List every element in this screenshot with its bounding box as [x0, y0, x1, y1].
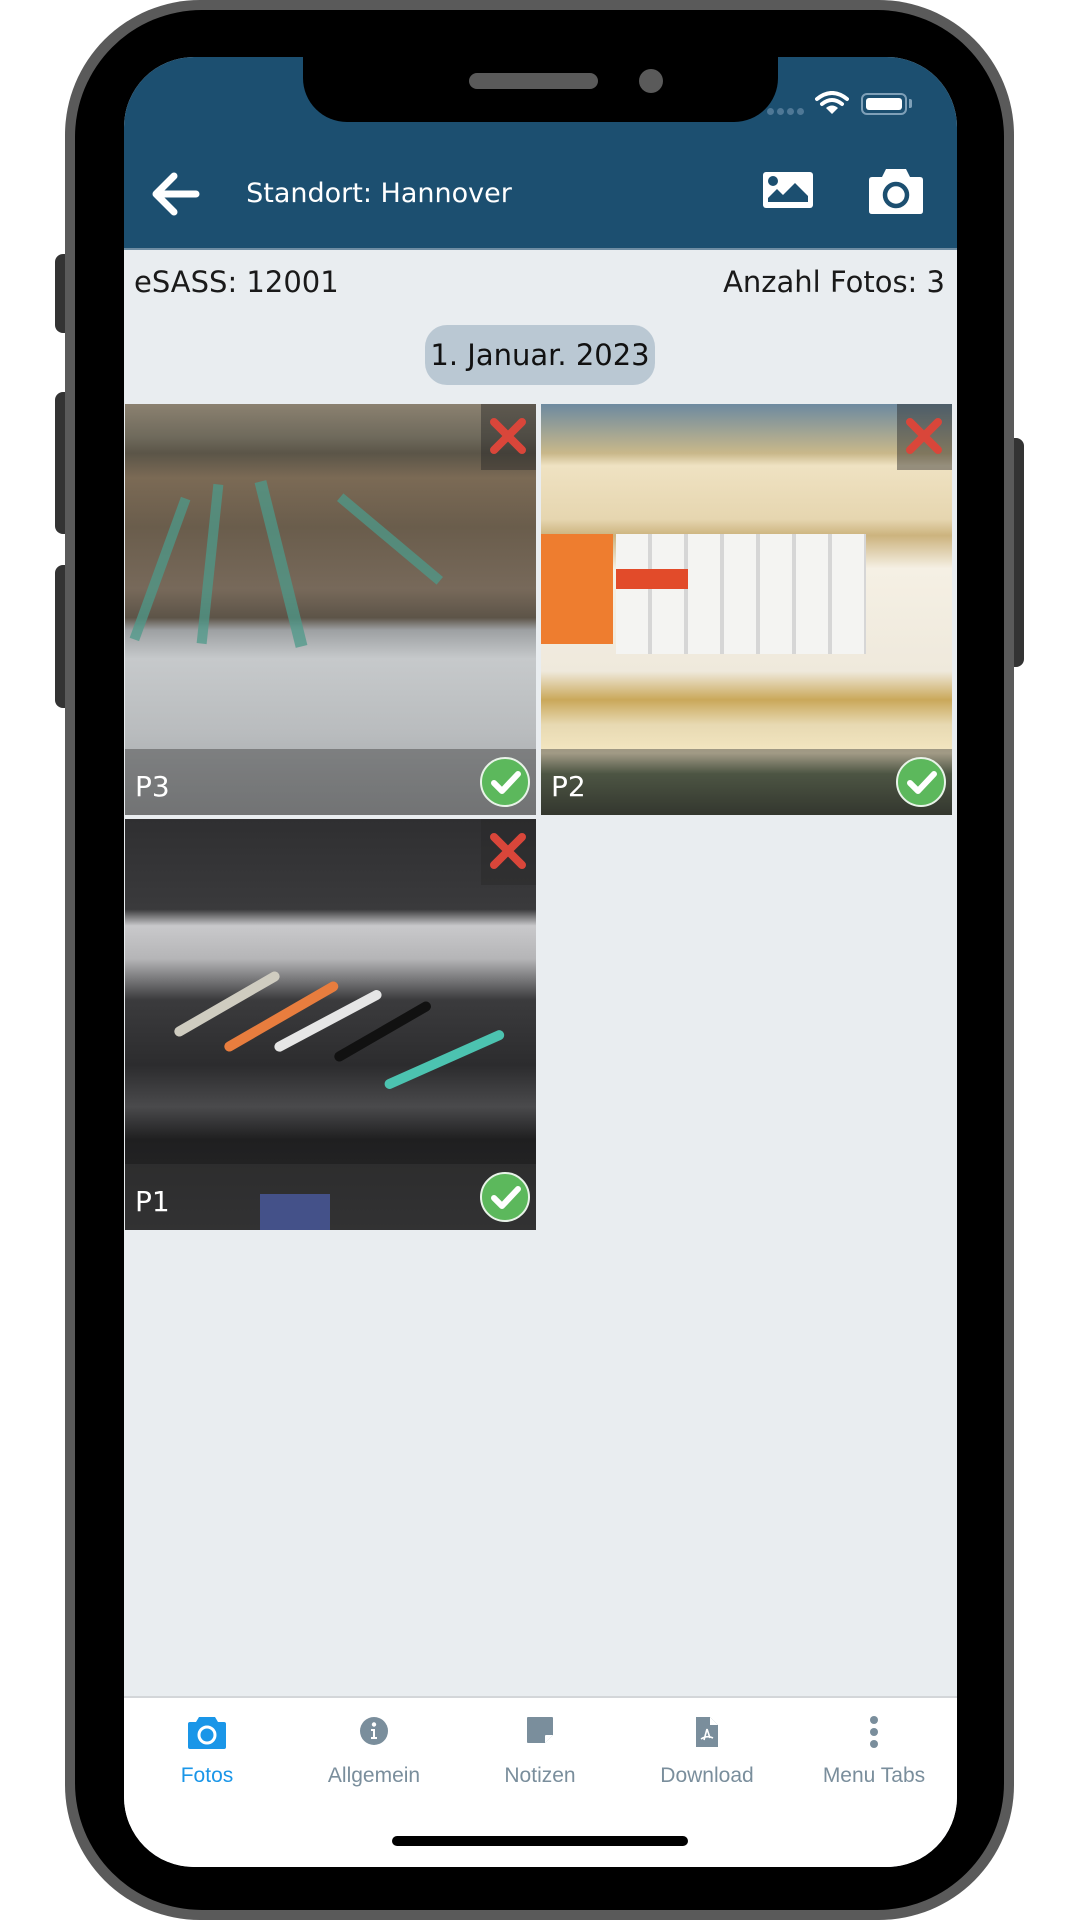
tab-allgemein[interactable]: Allgemein — [291, 1698, 457, 1818]
caption-band — [125, 749, 536, 815]
notch — [303, 57, 778, 122]
camera-icon — [869, 169, 923, 214]
tab-label: Allgemein — [327, 1764, 421, 1787]
cellular-signal-icon — [777, 108, 784, 115]
delete-photo-button[interactable] — [897, 404, 952, 470]
camera-button[interactable] — [868, 167, 924, 215]
page-title: Standort: Hannover — [246, 178, 512, 209]
photo-tile[interactable]: P1 — [125, 819, 536, 1230]
camera-icon — [188, 1717, 226, 1749]
image-gallery-icon — [763, 172, 813, 208]
date-group-header: 1. Januar. 2023 — [425, 325, 655, 385]
delete-photo-button[interactable] — [481, 819, 536, 885]
photo-caption: P3 — [135, 770, 170, 803]
tab-label: Download — [660, 1764, 754, 1787]
note-icon — [527, 1717, 553, 1743]
battery-icon — [861, 93, 907, 115]
pdf-file-icon — [696, 1717, 718, 1747]
tab-label: Menu Tabs — [822, 1764, 926, 1787]
home-indicator[interactable] — [392, 1836, 688, 1846]
wifi-icon — [815, 91, 849, 114]
checkmark-icon — [491, 1186, 521, 1209]
tab-label: Fotos — [180, 1764, 234, 1787]
gallery-button[interactable] — [762, 171, 814, 209]
delete-photo-button[interactable] — [481, 404, 536, 470]
photo-tile[interactable]: P3 — [125, 404, 536, 815]
photo-caption: P1 — [135, 1185, 170, 1218]
battery-tip — [909, 99, 912, 108]
esass-number: eSASS: 12001 — [134, 265, 339, 299]
info-icon — [360, 1717, 388, 1745]
front-camera — [639, 69, 663, 93]
cellular-signal-icon — [787, 108, 794, 115]
close-icon — [490, 833, 526, 869]
caption-band — [125, 1164, 536, 1230]
upload-status-badge — [480, 757, 530, 807]
tab-label: Notizen — [504, 1764, 576, 1787]
header-divider — [124, 248, 957, 250]
tab-download[interactable]: Download — [624, 1698, 790, 1818]
photo-caption: P2 — [551, 770, 586, 803]
checkmark-icon — [907, 771, 937, 794]
photo-count: Anzahl Fotos: 3 — [723, 265, 945, 299]
upload-status-badge — [896, 757, 946, 807]
app-screen: Standort: Hannover eSASS: 12001 Anzahl F… — [124, 57, 957, 1867]
close-icon — [490, 418, 526, 454]
speaker-grille — [469, 73, 598, 89]
tab-fotos[interactable]: Fotos — [124, 1698, 290, 1818]
tab-notizen[interactable]: Notizen — [457, 1698, 623, 1818]
tab-menu-tabs[interactable]: Menu Tabs — [791, 1698, 957, 1818]
checkmark-icon — [491, 771, 521, 794]
caption-band — [541, 749, 952, 815]
photo-tile[interactable]: P2 — [541, 404, 952, 815]
more-vertical-icon — [870, 1716, 878, 1748]
battery-level — [866, 98, 902, 110]
upload-status-badge — [480, 1172, 530, 1222]
cellular-signal-icon — [767, 108, 774, 115]
cellular-signal-icon — [797, 108, 804, 115]
close-icon — [906, 418, 942, 454]
